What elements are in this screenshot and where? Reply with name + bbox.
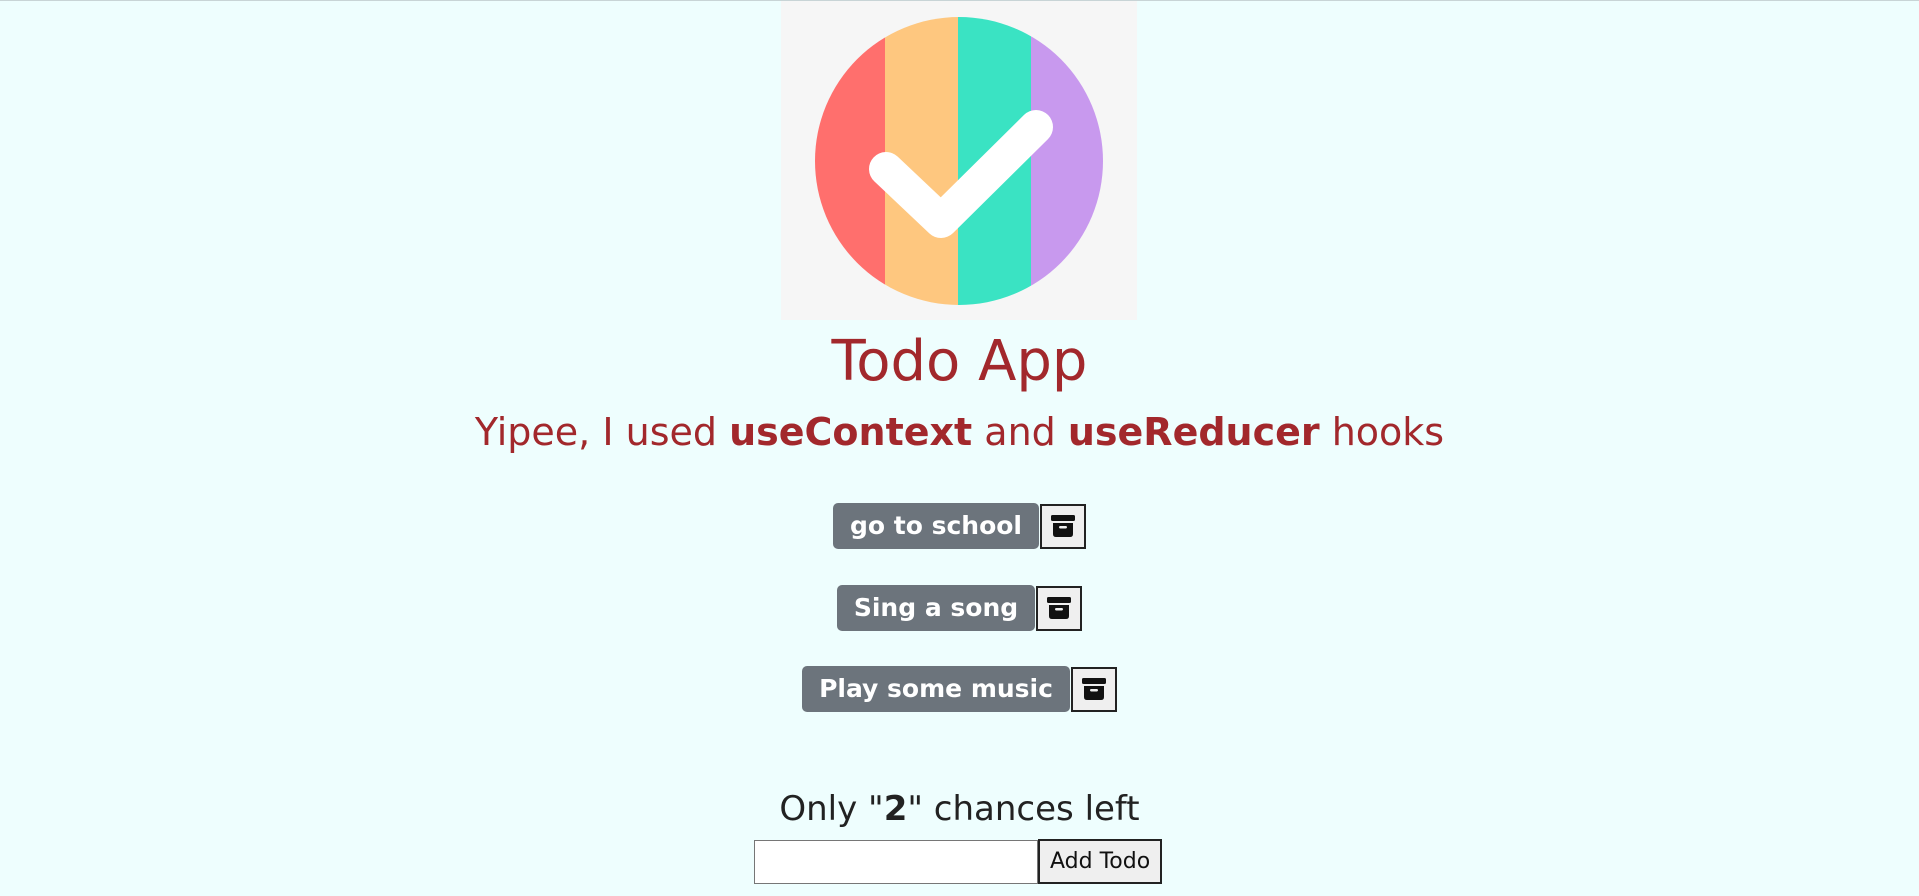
archive-button[interactable] <box>1070 666 1117 712</box>
todo-input[interactable] <box>754 839 1038 884</box>
todo-label[interactable]: Sing a song <box>836 585 1036 631</box>
page-title: Todo App <box>831 329 1088 394</box>
todo-item: Sing a song <box>0 585 1919 631</box>
chances-left-text: Only "2" chances left <box>0 785 1919 833</box>
todo-item: Play some music <box>0 666 1919 712</box>
subtitle-middle: and <box>972 410 1068 454</box>
archive-icon <box>1081 678 1106 700</box>
subtitle-suffix: hooks <box>1319 410 1445 454</box>
todo-label[interactable]: go to school <box>832 503 1040 549</box>
todo-app: Todo App Yipee, I used useContext and us… <box>0 0 1919 896</box>
add-todo-button[interactable]: Add Todo <box>1038 839 1163 884</box>
chances-count: 2 <box>883 789 908 829</box>
hook-name-use-reducer: useReducer <box>1067 410 1320 454</box>
hook-name-use-context: useContext <box>729 410 973 454</box>
checkmark-logo-icon <box>815 17 1103 305</box>
subtitle-prefix: Yipee, I used <box>474 410 730 454</box>
todo-item: go to school <box>0 503 1919 549</box>
todo-label[interactable]: Play some music <box>802 666 1070 712</box>
archive-button[interactable] <box>1036 585 1083 631</box>
archive-icon <box>1047 597 1072 619</box>
archive-button[interactable] <box>1040 503 1087 549</box>
page-subtitle: Yipee, I used useContext and useReducer … <box>0 406 1919 458</box>
chances-prefix: Only " <box>779 789 884 829</box>
chances-suffix: " chances left <box>907 789 1140 829</box>
add-todo-form: Add Todo <box>754 839 1163 884</box>
app-logo <box>781 1 1137 320</box>
archive-icon <box>1051 515 1076 537</box>
